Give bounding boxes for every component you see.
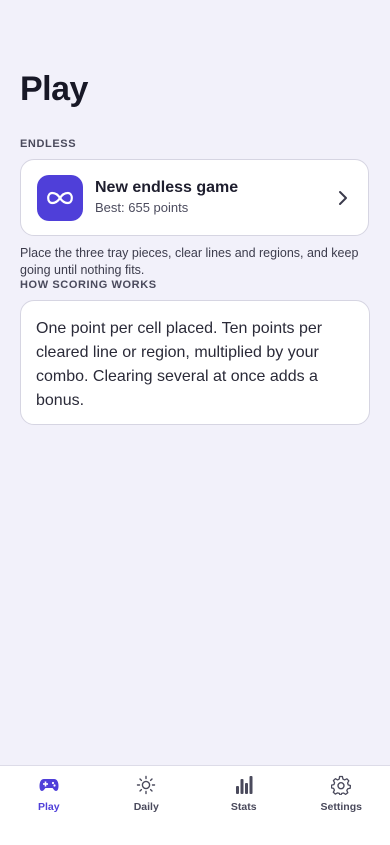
tab-bar: Play Daily xyxy=(0,765,390,845)
best-score: Best: 655 points xyxy=(95,199,332,217)
scoring-card: One point per cell placed. Ten points pe… xyxy=(20,300,370,425)
gear-icon xyxy=(331,775,351,795)
page-title: Play xyxy=(20,70,88,109)
scoring-text: One point per cell placed. Ten points pe… xyxy=(36,317,353,413)
tab-label-daily: Daily xyxy=(134,801,159,813)
game-card-title: New endless game xyxy=(95,178,332,198)
tab-label-settings: Settings xyxy=(321,801,362,813)
tab-stats[interactable]: Stats xyxy=(195,766,293,845)
bar-chart-icon xyxy=(234,775,254,795)
chevron-right-icon xyxy=(332,187,354,209)
endless-description: Place the three tray pieces, clear lines… xyxy=(20,245,370,279)
tab-daily[interactable]: Daily xyxy=(98,766,196,845)
section-label-endless: ENDLESS xyxy=(20,138,76,150)
section-label-scoring: HOW SCORING WORKS xyxy=(20,279,157,291)
tab-label-stats: Stats xyxy=(231,801,257,813)
new-endless-game-card[interactable]: New endless game Best: 655 points xyxy=(20,159,369,236)
gamepad-icon xyxy=(39,775,59,795)
infinity-icon xyxy=(37,175,83,221)
tab-play[interactable]: Play xyxy=(0,766,98,845)
sun-icon xyxy=(136,775,156,795)
tab-label-play: Play xyxy=(38,801,60,813)
tab-settings[interactable]: Settings xyxy=(293,766,390,845)
